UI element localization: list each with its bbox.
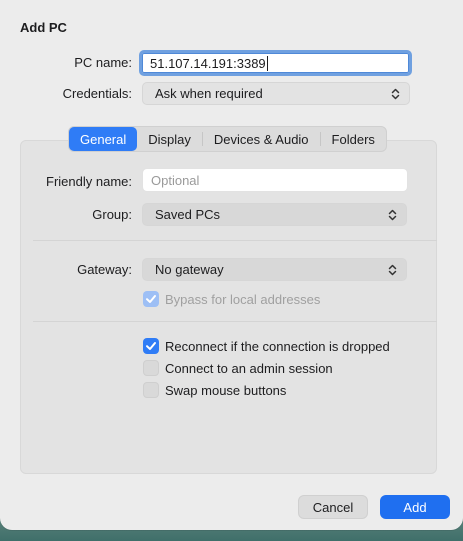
friendly-name-label: Friendly name: bbox=[46, 174, 132, 189]
gateway-value: No gateway bbox=[155, 262, 224, 277]
pc-name-label: PC name: bbox=[74, 55, 132, 70]
bypass-label: Bypass for local addresses bbox=[165, 292, 321, 307]
admin-session-label: Connect to an admin session bbox=[165, 361, 333, 376]
group-label: Group: bbox=[92, 207, 132, 222]
swap-mouse-label: Swap mouse buttons bbox=[165, 383, 287, 398]
tab-display[interactable]: Display bbox=[137, 127, 202, 151]
add-pc-dialog: Add PC PC name: 51.107.14.191:3389 Crede… bbox=[0, 0, 463, 530]
group-value: Saved PCs bbox=[155, 207, 221, 222]
cancel-button[interactable]: Cancel bbox=[298, 495, 368, 519]
section-divider bbox=[33, 321, 437, 322]
friendly-name-field[interactable]: Optional bbox=[142, 168, 408, 192]
group-select[interactable]: Saved PCs bbox=[142, 203, 407, 226]
tab-devices-audio[interactable]: Devices & Audio bbox=[203, 127, 320, 151]
credentials-label: Credentials: bbox=[62, 86, 132, 101]
swap-mouse-checkbox[interactable] bbox=[143, 382, 159, 398]
checkmark-icon bbox=[146, 342, 156, 350]
admin-session-checkbox[interactable] bbox=[143, 360, 159, 376]
text-caret bbox=[266, 55, 268, 71]
reconnect-label: Reconnect if the connection is dropped bbox=[165, 339, 390, 354]
credentials-select[interactable]: Ask when required bbox=[142, 82, 410, 105]
credentials-value: Ask when required bbox=[155, 86, 263, 101]
chevron-up-down-icon bbox=[391, 88, 400, 99]
add-button[interactable]: Add bbox=[380, 495, 450, 519]
chevron-up-down-icon bbox=[388, 264, 397, 275]
chevron-up-down-icon bbox=[388, 209, 397, 220]
pc-name-field[interactable]: 51.107.14.191:3389 bbox=[139, 50, 412, 76]
dialog-title: Add PC bbox=[20, 20, 67, 35]
gateway-select[interactable]: No gateway bbox=[142, 258, 407, 281]
gateway-label: Gateway: bbox=[77, 262, 132, 277]
reconnect-checkbox[interactable] bbox=[143, 338, 159, 354]
tab-bar: General Display Devices & Audio Folders bbox=[68, 126, 387, 152]
bypass-checkbox[interactable] bbox=[143, 291, 159, 307]
friendly-name-placeholder: Optional bbox=[151, 172, 200, 188]
pc-name-value: 51.107.14.191:3389 bbox=[150, 55, 266, 71]
tab-general[interactable]: General bbox=[69, 127, 138, 151]
tab-folders[interactable]: Folders bbox=[321, 127, 386, 151]
section-divider bbox=[33, 240, 437, 241]
checkmark-icon bbox=[146, 295, 156, 303]
